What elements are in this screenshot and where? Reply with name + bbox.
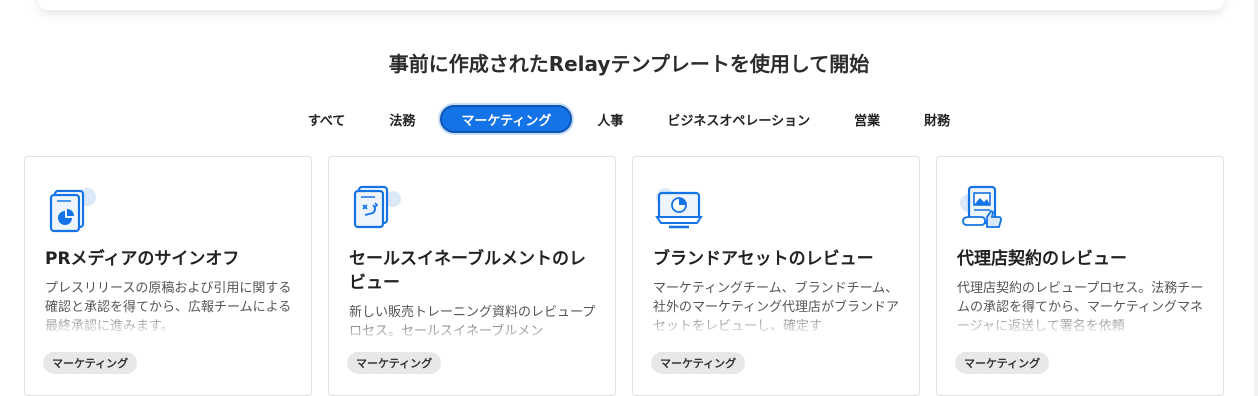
card-title: ブランドアセットのレビュー bbox=[653, 249, 874, 269]
monitor-chart-icon bbox=[655, 183, 707, 235]
card-title: PRメディアのサインオフ bbox=[45, 249, 240, 269]
tab-marketing[interactable]: マーケティング bbox=[440, 105, 573, 133]
template-card-sales-enablement-review[interactable]: セールスイネーブルメントのレビュー 新しい販売トレーニング資料のレビュープロセス… bbox=[328, 156, 616, 396]
tab-hr[interactable]: 人事 bbox=[578, 105, 642, 133]
document-image-approval-icon bbox=[959, 183, 1011, 235]
tab-finance[interactable]: 財務 bbox=[905, 105, 969, 133]
document-workflow-icon bbox=[351, 183, 403, 235]
template-card-agency-contract-review[interactable]: 代理店契約のレビュー 代理店契約のレビュープロセス。法務チームの承認を得てから、… bbox=[936, 156, 1224, 396]
template-cards: PRメディアのサインオフ プレスリリースの原稿および引用に関する確認と承認を得て… bbox=[24, 156, 1224, 396]
text-fade bbox=[329, 317, 615, 345]
category-tag: マーケティング bbox=[955, 352, 1050, 374]
category-tabs: すべて 法務 マーケティング 人事 ビジネスオペレーション 営業 財務 bbox=[0, 104, 1258, 134]
card-title: 代理店契約のレビュー bbox=[957, 249, 1127, 269]
category-tag: マーケティング bbox=[43, 352, 138, 374]
page-title: 事前に作成されたRelayテンプレートを使用して開始 bbox=[388, 52, 870, 76]
template-card-brand-asset-review[interactable]: ブランドアセットのレビュー マーケティングチーム、ブランドチーム、社外のマーケテ… bbox=[632, 156, 920, 396]
tab-legal[interactable]: 法務 bbox=[370, 105, 434, 133]
card-title: セールスイネーブルメントのレビュー bbox=[349, 249, 586, 293]
text-fade bbox=[25, 309, 311, 337]
tab-all[interactable]: すべて bbox=[289, 105, 365, 133]
category-tag: マーケティング bbox=[347, 352, 442, 374]
document-pie-chart-icon bbox=[47, 183, 99, 235]
previous-section-card bbox=[38, 0, 1224, 10]
template-card-pr-media-signoff[interactable]: PRメディアのサインオフ プレスリリースの原稿および引用に関する確認と承認を得て… bbox=[24, 156, 312, 396]
category-tag: マーケティング bbox=[651, 352, 746, 374]
tab-business-operations[interactable]: ビジネスオペレーション bbox=[648, 105, 829, 133]
tab-sales[interactable]: 営業 bbox=[835, 105, 899, 133]
text-fade bbox=[937, 309, 1223, 337]
text-fade bbox=[633, 309, 919, 337]
